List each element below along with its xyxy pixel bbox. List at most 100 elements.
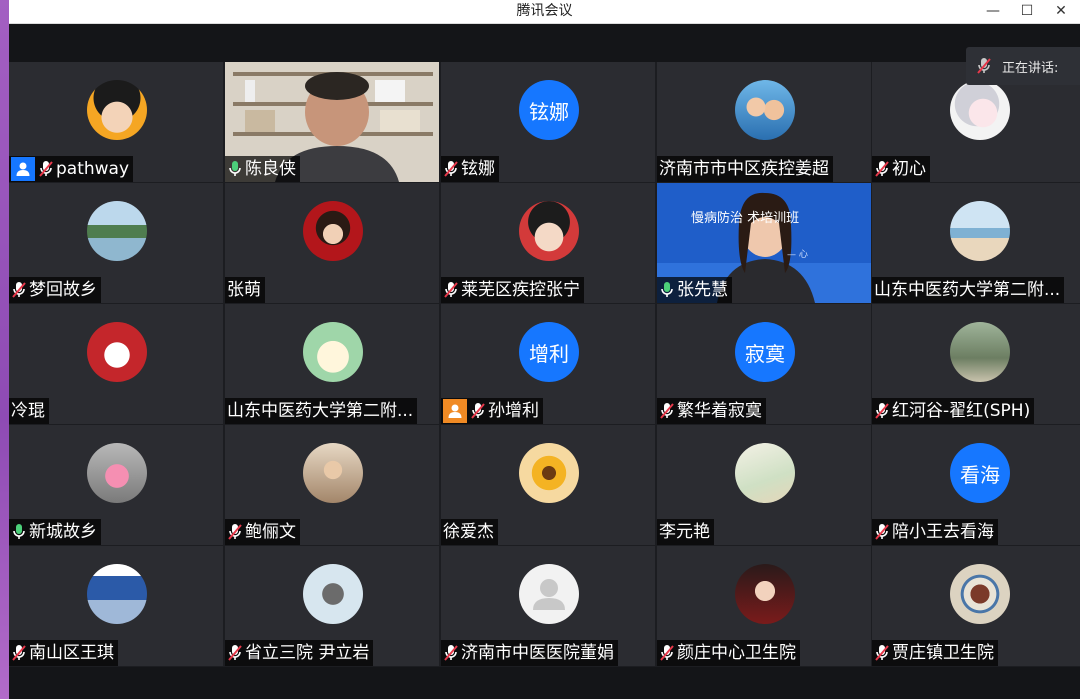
speaking-indicator: 正在讲话:	[966, 47, 1080, 85]
participant-name-bar: pathway	[9, 156, 134, 182]
participant-name: 李元艳	[659, 522, 710, 542]
participant-tile[interactable]: 贾庄镇卫生院	[872, 546, 1080, 666]
participant-name: 济南市中医医院董娟	[461, 643, 614, 663]
participant-tile[interactable]: 颜庄中心卫生院	[657, 546, 871, 666]
avatar	[950, 322, 1010, 382]
avatar	[519, 443, 579, 503]
participant-name: 新城故乡	[29, 522, 97, 542]
avatar	[950, 80, 1010, 140]
participant-name-bar: 贾庄镇卫生院	[872, 640, 998, 666]
participant-tile[interactable]: 李元艳	[657, 425, 871, 545]
participant-tile[interactable]: 张萌	[225, 183, 439, 303]
participant-tile[interactable]: 增利孙增利	[441, 304, 655, 424]
maximize-button[interactable]: ☐	[1010, 0, 1044, 22]
participant-name-bar: 济南市市中区疾控姜超	[657, 156, 833, 182]
participant-name-bar: 鲍俪文	[225, 519, 300, 545]
participant-name-bar: 繁华着寂寞	[657, 398, 766, 424]
participant-name: 颜庄中心卫生院	[677, 643, 796, 663]
mic-muted-icon	[444, 161, 458, 177]
minimize-button[interactable]: —	[976, 0, 1010, 22]
mic-muted-icon	[444, 282, 458, 298]
participant-name: 张先慧	[677, 280, 728, 300]
participant-name-bar: 李元艳	[657, 519, 714, 545]
participant-tile[interactable]: 看海 陪小王去看海	[872, 425, 1080, 545]
participant-name-bar: 梦回故乡	[9, 277, 101, 303]
participant-name: 莱芜区疾控张宁	[461, 280, 580, 300]
participant-tile[interactable]: 鲍俪文	[225, 425, 439, 545]
participant-tile[interactable]: 山东中医药大学第二附...	[225, 304, 439, 424]
participant-name-bar: 张萌	[225, 277, 265, 303]
participant-tile[interactable]: 铉娜 铉娜	[441, 62, 655, 182]
avatar	[87, 564, 147, 624]
participant-name: 陈良侠	[245, 159, 296, 179]
participant-tile[interactable]: 济南市中医医院董娟	[441, 546, 655, 666]
mic-muted-icon	[660, 403, 674, 419]
mic-muted-icon	[39, 161, 53, 177]
participant-tile[interactable]: 济南市市中区疾控姜超	[657, 62, 871, 182]
participant-name: 省立三院 尹立岩	[245, 643, 370, 663]
participant-tile[interactable]: 新城故乡	[9, 425, 223, 545]
avatar-initials: 增利	[519, 322, 579, 382]
participant-tile[interactable]: 寂寞繁华着寂寞	[657, 304, 871, 424]
mic-icon	[13, 524, 25, 539]
mic-muted-icon	[12, 282, 26, 298]
avatar	[87, 201, 147, 261]
participant-grid: pathway 陈良侠 铉娜 铉娜 济南市市中区疾控姜超 初心梦回故乡 张萌 莱芜区疾控张宁 慢…	[9, 62, 1080, 667]
participant-name: 梦回故乡	[29, 280, 97, 300]
participant-name-bar: 南山区王琪	[9, 640, 118, 666]
participant-tile[interactable]: 省立三院 尹立岩	[225, 546, 439, 666]
participant-name-bar: 莱芜区疾控张宁	[441, 277, 584, 303]
avatar	[303, 564, 363, 624]
participant-name-bar: 初心	[872, 156, 930, 182]
mic-muted-icon	[228, 645, 242, 661]
close-button[interactable]: ✕	[1044, 0, 1078, 22]
avatar-initials: 寂寞	[735, 322, 795, 382]
window-title: 腾讯会议	[516, 3, 573, 19]
participant-name: 冷琨	[11, 401, 45, 421]
meeting-bottom-bar	[9, 667, 1080, 699]
avatar	[87, 322, 147, 382]
participant-name-bar: 张先慧	[657, 277, 732, 303]
close-icon: ✕	[1055, 3, 1067, 19]
avatar	[87, 443, 147, 503]
meeting-top-bar	[9, 24, 1080, 62]
participant-tile[interactable]: 山东中医药大学第二附...	[872, 183, 1080, 303]
cohost-icon	[443, 399, 467, 423]
participant-name: pathway	[56, 159, 130, 179]
participant-tile[interactable]: 冷琨	[9, 304, 223, 424]
participant-name: 繁华着寂寞	[677, 401, 762, 421]
participant-tile[interactable]: 红河谷-翟红(SPH)	[872, 304, 1080, 424]
avatar	[950, 201, 1010, 261]
participant-name: 初心	[892, 159, 926, 179]
participant-name: 南山区王琪	[29, 643, 114, 663]
participant-tile[interactable]: 莱芜区疾控张宁	[441, 183, 655, 303]
participant-tile[interactable]: 陈良侠	[225, 62, 439, 182]
avatar	[950, 564, 1010, 624]
participant-name-bar: 孙增利	[441, 398, 543, 424]
participant-tile[interactable]: 徐爱杰	[441, 425, 655, 545]
mic-muted-icon	[875, 161, 889, 177]
avatar	[303, 322, 363, 382]
participant-name-bar: 冷琨	[9, 398, 49, 424]
avatar	[735, 443, 795, 503]
participant-name: 济南市市中区疾控姜超	[659, 159, 829, 179]
participant-tile[interactable]: 南山区王琪	[9, 546, 223, 666]
mic-muted-icon	[228, 524, 242, 540]
avatar	[303, 443, 363, 503]
desktop-background-strip	[0, 0, 9, 699]
mic-icon	[229, 161, 241, 176]
participant-name-bar: 济南市中医医院董娟	[441, 640, 618, 666]
participant-name-bar: 红河谷-翟红(SPH)	[872, 398, 1035, 424]
participant-tile[interactable]: pathway	[9, 62, 223, 182]
participant-name-bar: 山东中医药大学第二附...	[225, 398, 418, 424]
participant-tile[interactable]: 慢病防治 术培训班 — 心张先慧	[657, 183, 871, 303]
mic-muted-icon	[977, 58, 991, 74]
mic-muted-icon	[875, 524, 889, 540]
mic-icon	[661, 282, 673, 297]
maximize-icon: ☐	[1020, 3, 1034, 19]
participant-tile[interactable]: 梦回故乡	[9, 183, 223, 303]
participant-name-bar: 徐爱杰	[441, 519, 498, 545]
participant-name-bar: 山东中医药大学第二附...	[872, 277, 1065, 303]
speaking-label: 正在讲话:	[1002, 60, 1059, 76]
avatar-initials: 看海	[950, 443, 1010, 503]
